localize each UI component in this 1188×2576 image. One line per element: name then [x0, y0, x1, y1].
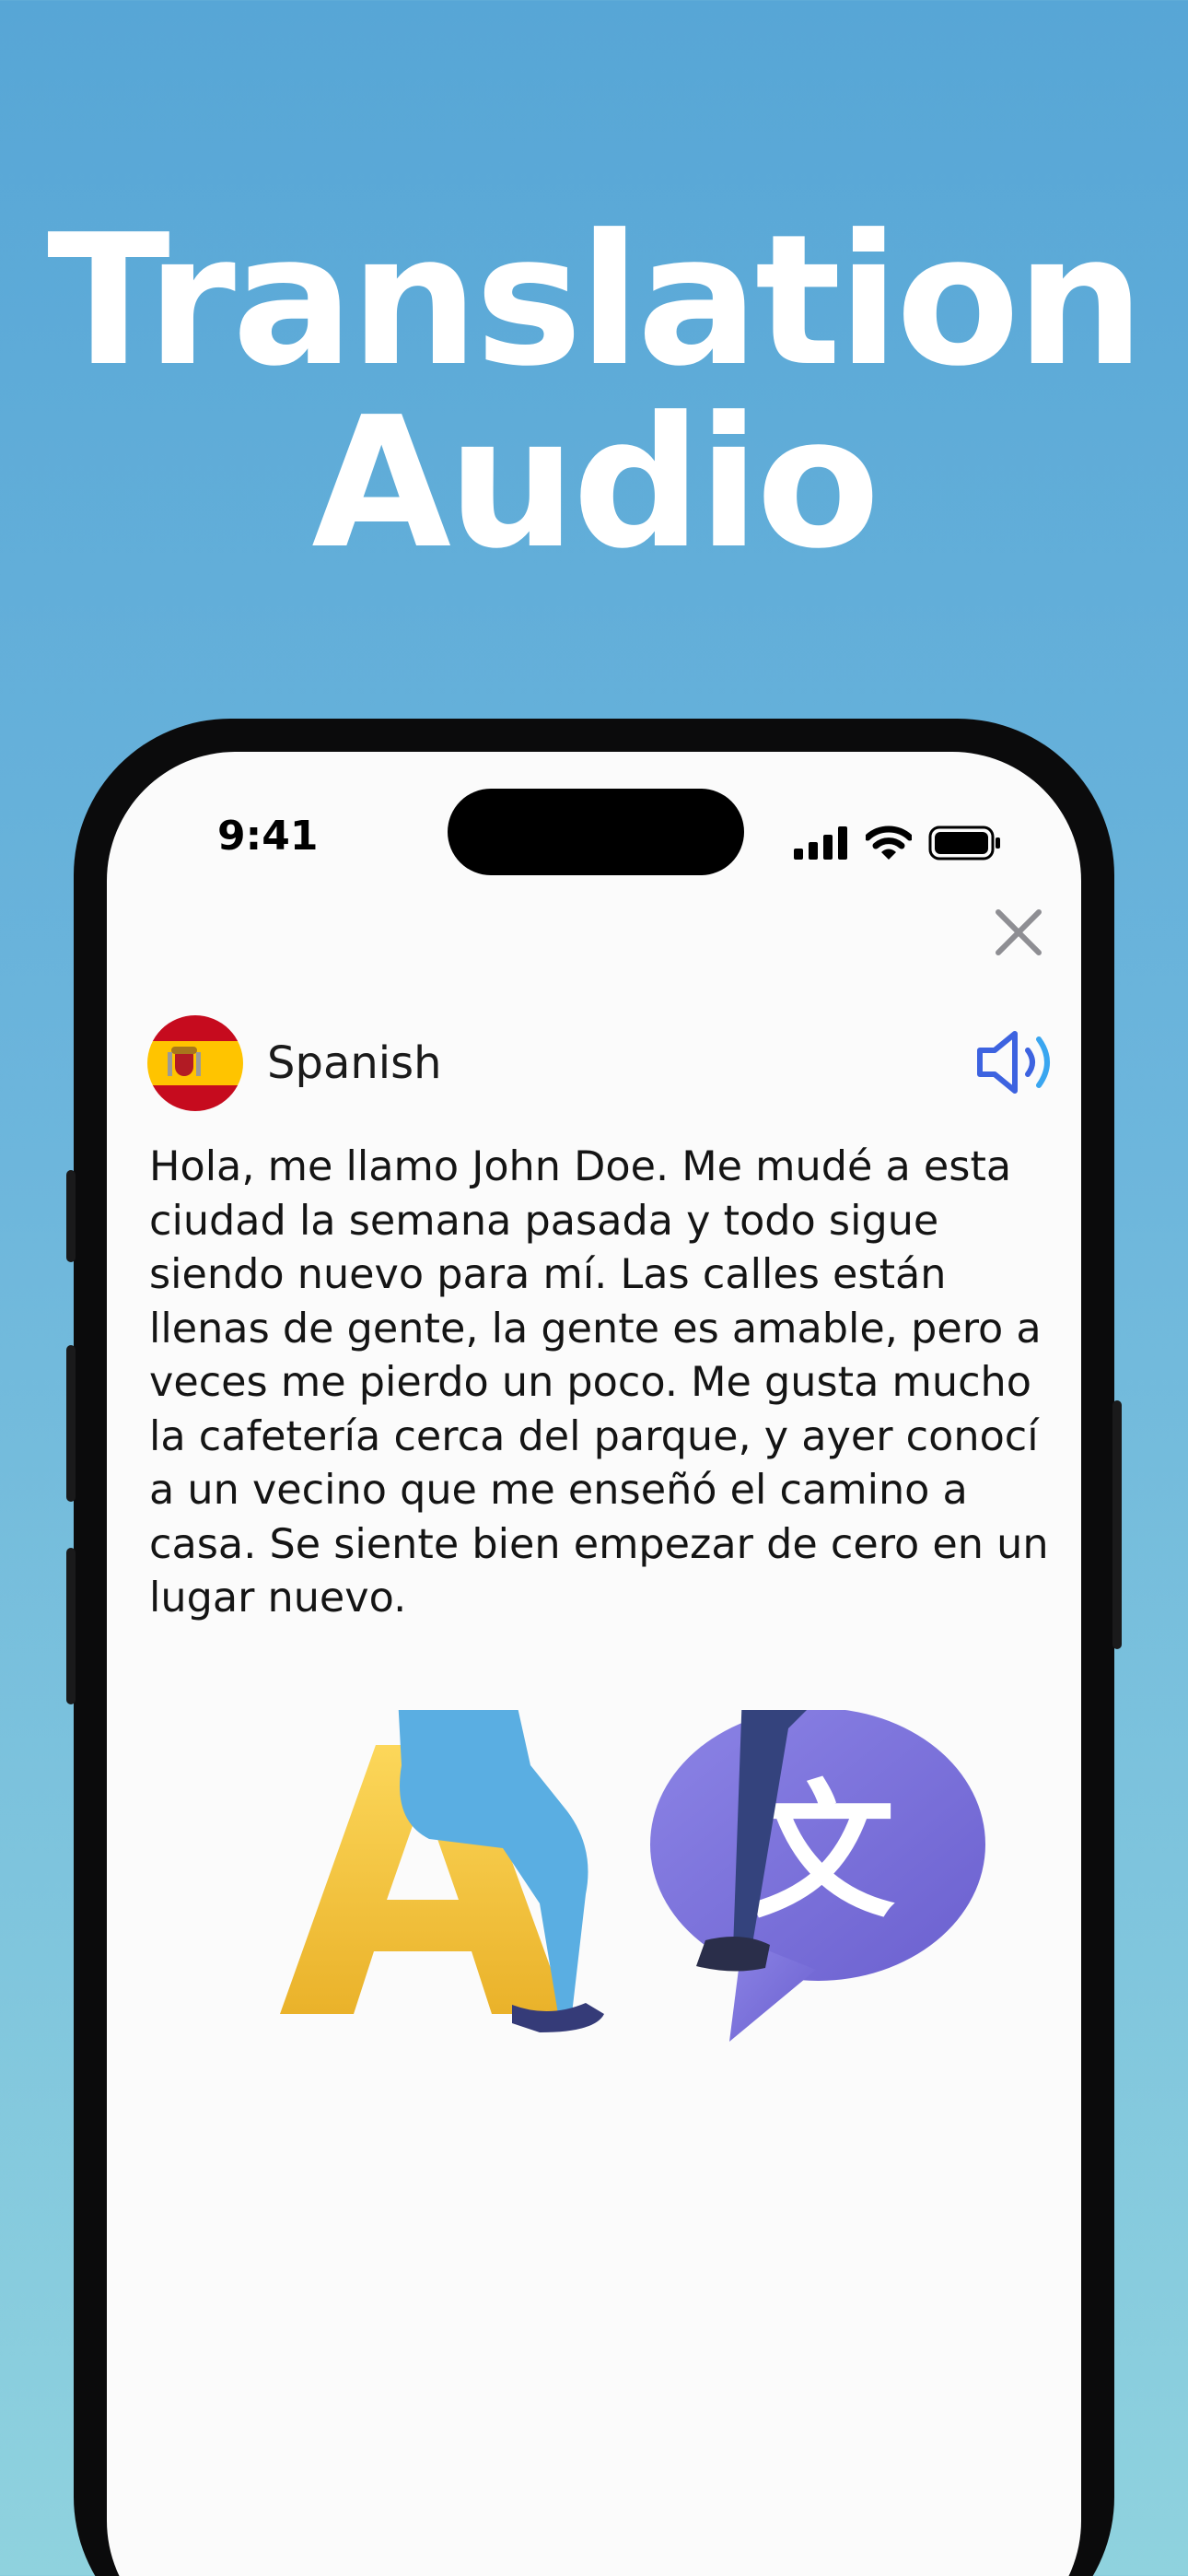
- spain-flag: [147, 1015, 243, 1111]
- translate-bubble: 文: [650, 1710, 985, 2042]
- phone-screen: 9:41 Spanish Hola, me llamo John Doe. Me…: [107, 752, 1081, 2576]
- headline: Translation Audio: [0, 210, 1188, 575]
- headline-line-2: Audio: [311, 379, 879, 589]
- close-icon[interactable]: [991, 905, 1046, 960]
- status-icons: [794, 825, 1002, 861]
- status-time: 9:41: [217, 813, 319, 860]
- signal-icon: [794, 826, 847, 860]
- translation-text: Hola, me llamo John Doe. Me mudé a esta …: [149, 1143, 1049, 1622]
- volume-down-button: [66, 1548, 76, 1704]
- wifi-icon: [866, 825, 912, 860]
- phone-frame: 9:41 Spanish Hola, me llamo John Doe. Me…: [66, 719, 1122, 2576]
- language-row: Spanish: [147, 1015, 1059, 1111]
- speaker-icon[interactable]: [974, 1025, 1059, 1100]
- battery-icon: [928, 825, 1000, 861]
- dynamic-island: [448, 789, 744, 875]
- volume-up-button: [66, 1345, 76, 1502]
- power-button: [1112, 1400, 1122, 1649]
- headline-line-1: Translation: [47, 196, 1145, 406]
- illustration: 文: [280, 1710, 985, 2042]
- action-button: [66, 1170, 76, 1262]
- language-label: Spanish: [267, 1037, 442, 1089]
